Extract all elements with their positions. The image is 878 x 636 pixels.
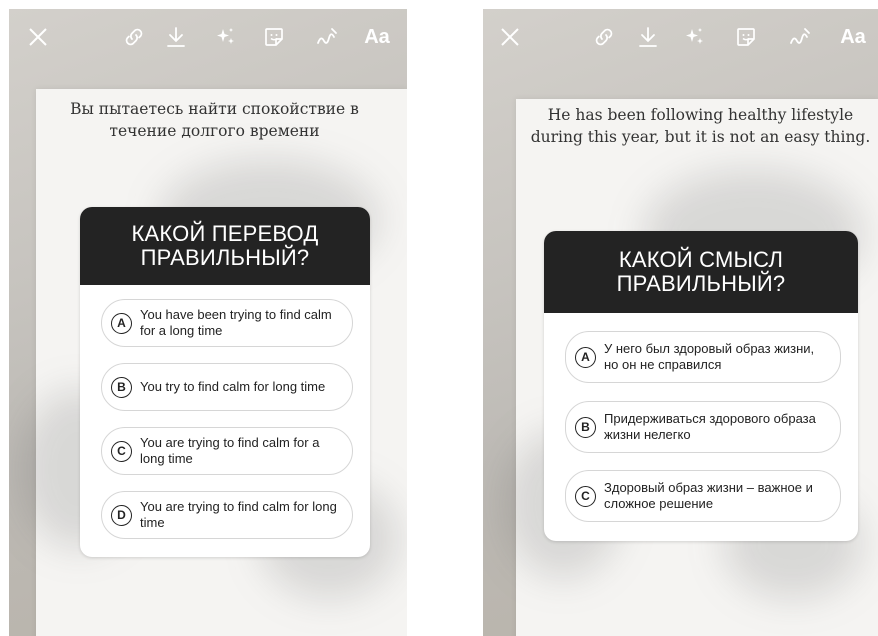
link-icon[interactable]: [589, 22, 619, 52]
sparkles-icon[interactable]: [680, 22, 710, 52]
option-text: Здоровый образ жизни – важное и сложное …: [604, 480, 813, 511]
quiz-option-b[interactable]: B Придерживаться здорового образа жизни …: [565, 401, 841, 453]
sticker-icon[interactable]: [259, 22, 289, 52]
option-letter: D: [111, 504, 132, 526]
quiz-sticker: КАКОЙ ПЕРЕВОД ПРАВИЛЬНЫЙ? A You have bee…: [80, 207, 370, 557]
story-screen-right: Aa He has been following healthy lifesty…: [483, 9, 878, 636]
link-icon[interactable]: [119, 22, 149, 52]
draw-icon[interactable]: [312, 22, 342, 52]
option-letter: A: [575, 346, 596, 368]
download-icon[interactable]: [161, 22, 191, 52]
quiz-option-d[interactable]: D You are trying to find calm for long t…: [101, 491, 353, 539]
download-icon[interactable]: [633, 22, 663, 52]
story-toolbar: Aa: [483, 9, 878, 64]
quiz-title-text: КАКОЙ ПЕРЕВОД ПРАВИЛЬНЫЙ?: [131, 221, 319, 270]
quiz-title: КАКОЙ ПЕРЕВОД ПРАВИЛЬНЫЙ?: [80, 207, 370, 285]
quiz-option-c[interactable]: C Здоровый образ жизни – важное и сложно…: [565, 470, 841, 522]
text-tool-icon[interactable]: Aa: [833, 22, 873, 52]
story-caption: Вы пытаетесь найти спокойствие в течение…: [70, 100, 359, 140]
quiz-option-a[interactable]: A You have been trying to find calm for …: [101, 299, 353, 347]
story-screen-left: Aa Вы пытаетесь найти спокойствие в тече…: [9, 9, 407, 636]
close-icon[interactable]: [495, 22, 525, 52]
option-letter: A: [111, 312, 132, 334]
close-icon[interactable]: [23, 22, 53, 52]
option-text: Придерживаться здорового образа жизни не…: [604, 411, 816, 442]
quiz-option-a[interactable]: A У него был здоровый образ жизни, но он…: [565, 331, 841, 383]
story-caption: He has been following healthy lifestyle …: [530, 106, 871, 146]
story-toolbar: Aa: [9, 9, 407, 64]
option-text: You have been trying to find calm for a …: [140, 307, 332, 338]
sparkles-icon[interactable]: [211, 22, 241, 52]
quiz-option-c[interactable]: C You are trying to find calm for a long…: [101, 427, 353, 475]
quiz-title: КАКОЙ СМЫСЛ ПРАВИЛЬНЫЙ?: [544, 231, 858, 313]
option-text: У него был здоровый образ жизни, но он н…: [604, 341, 815, 372]
option-text: You are trying to find calm for long tim…: [140, 499, 337, 530]
option-letter: B: [111, 376, 132, 398]
quiz-option-b[interactable]: B You try to find calm for long time: [101, 363, 353, 411]
option-letter: C: [575, 485, 596, 507]
text-tool-icon[interactable]: Aa: [357, 22, 397, 52]
option-letter: C: [111, 440, 132, 462]
draw-icon[interactable]: [785, 22, 815, 52]
option-text: You try to find calm for long time: [140, 379, 326, 394]
sticker-icon[interactable]: [731, 22, 761, 52]
quiz-sticker: КАКОЙ СМЫСЛ ПРАВИЛЬНЫЙ? A У него был здо…: [544, 231, 858, 541]
quiz-title-text: КАКОЙ СМЫСЛ ПРАВИЛЬНЫЙ?: [616, 247, 786, 296]
option-letter: B: [575, 416, 596, 438]
option-text: You are trying to find calm for a long t…: [140, 435, 320, 466]
